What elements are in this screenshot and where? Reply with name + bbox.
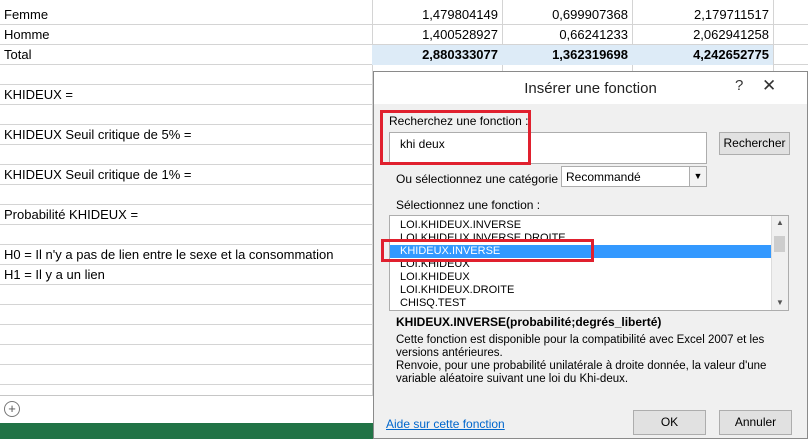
category-value: Recommandé: [566, 170, 641, 184]
table-row[interactable]: Homme 1,400528927 0,66241233 2,062941258: [0, 25, 808, 45]
row-label: Total: [4, 47, 32, 62]
cell-value: 4,242652775: [693, 47, 769, 62]
chevron-down-icon[interactable]: ▼: [689, 167, 706, 186]
function-list[interactable]: LOI.KHIDEUX.INVERSE LOI.KHIDEUX.INVERSE.…: [389, 215, 789, 311]
ok-button[interactable]: OK: [633, 410, 706, 435]
seuil-1-label: KHIDEUX Seuil critique de 1% =: [4, 167, 192, 182]
list-scrollbar[interactable]: ▲ ▼: [771, 216, 788, 310]
scroll-thumb[interactable]: [774, 236, 785, 252]
add-sheet-icon[interactable]: +: [4, 401, 20, 417]
list-item[interactable]: LOI.KHIDEUX.DROITE: [390, 284, 772, 297]
cell-value: 1,479804149: [422, 7, 498, 22]
cell-value: 1,362319698: [552, 47, 628, 62]
cancel-button[interactable]: Annuler: [719, 410, 792, 435]
table-row[interactable]: Femme 1,479804149 0,699907368 2,17971151…: [0, 5, 808, 25]
help-link[interactable]: Aide sur cette fonction: [386, 417, 505, 431]
cell-value: 0,699907368: [552, 7, 628, 22]
list-item[interactable]: LOI.KHIDEUX: [390, 271, 772, 284]
scroll-up-icon[interactable]: ▲: [772, 216, 788, 230]
list-item[interactable]: CHISQ.TEST: [390, 297, 772, 310]
list-item[interactable]: LOI.KHIDEUX.INVERSE: [390, 219, 772, 232]
category-select[interactable]: Recommandé ▼: [561, 166, 707, 187]
dialog-titlebar[interactable]: Insérer une fonction ? ✕: [374, 72, 807, 104]
row-label: Femme: [4, 7, 49, 22]
cell-value: 2,880333077: [422, 47, 498, 62]
highlight-box: [381, 239, 594, 262]
table-row-total[interactable]: Total 2,880333077 1,362319698 4,24265277…: [0, 45, 808, 65]
h1-label: H1 = Il y a un lien: [4, 267, 105, 282]
khideux-label: KHIDEUX =: [4, 87, 73, 102]
function-description: Cette fonction est disponible pour la co…: [396, 334, 767, 385]
help-icon[interactable]: ?: [735, 77, 743, 94]
cell-value: 2,062941258: [693, 27, 769, 42]
select-function-label: Sélectionnez une fonction :: [396, 198, 541, 212]
row-label: Homme: [4, 27, 50, 42]
insert-function-dialog: Insérer une fonction ? ✕ Recherchez une …: [373, 71, 808, 439]
cell-value: 1,400528927: [422, 27, 498, 42]
cell-value: 2,179711517: [694, 7, 769, 22]
function-signature: KHIDEUX.INVERSE(probabilité;degrés_liber…: [396, 315, 662, 329]
search-button[interactable]: Rechercher: [719, 132, 790, 155]
category-label: Ou sélectionnez une catégorie :: [396, 172, 565, 186]
cell-value: 0,66241233: [559, 27, 628, 42]
probabilite-label: Probabilité KHIDEUX =: [4, 207, 139, 222]
seuil-5-label: KHIDEUX Seuil critique de 5% =: [4, 127, 192, 142]
scroll-down-icon[interactable]: ▼: [772, 296, 788, 310]
close-icon[interactable]: ✕: [762, 76, 776, 96]
highlight-box: [380, 110, 531, 165]
h0-label: H0 = Il n'y a pas de lien entre le sexe …: [4, 247, 334, 262]
